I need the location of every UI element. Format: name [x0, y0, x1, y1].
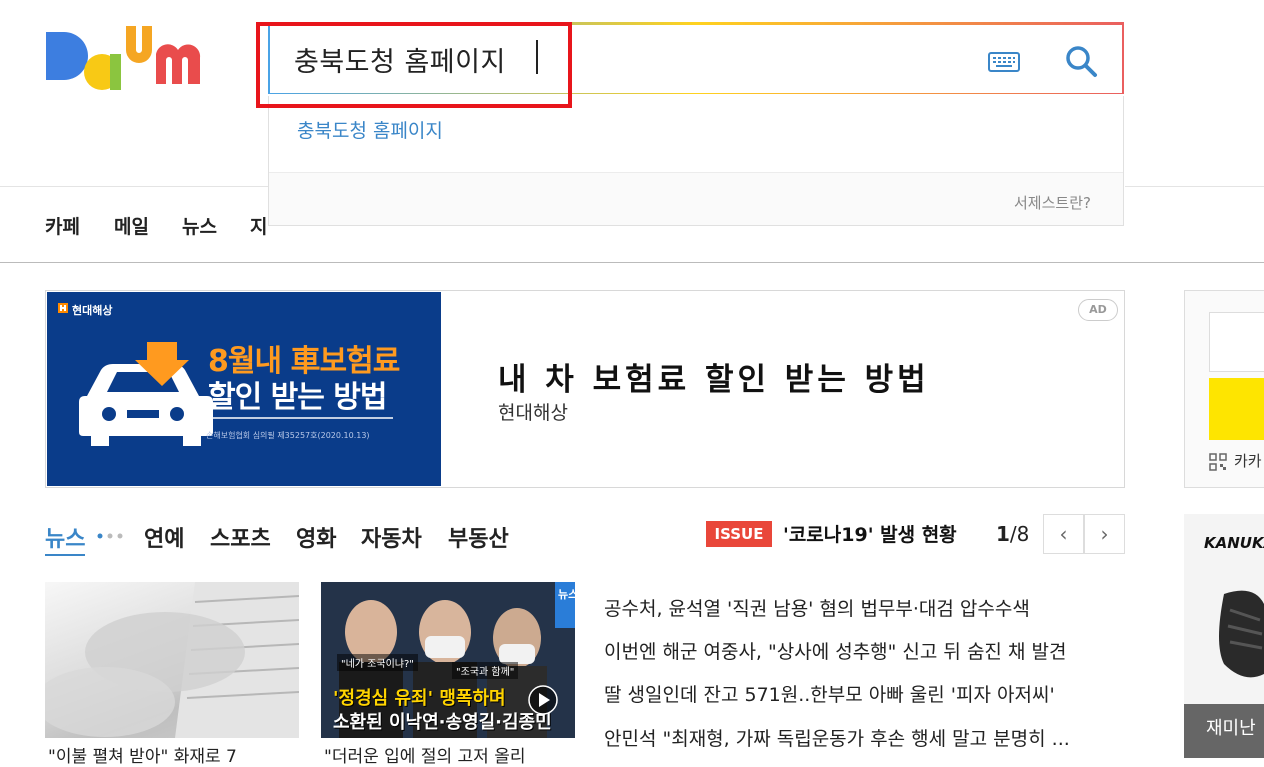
page-total: /8: [1009, 522, 1030, 546]
side-promo-caption: 재미난: [1206, 718, 1256, 739]
news-headline[interactable]: 이번엔 해군 여중사, "상사에 성추행" 신고 뒤 숨진 채 발견: [604, 637, 1066, 664]
chevron-right-icon: ›: [1100, 522, 1109, 546]
nav-top-divider: [0, 186, 268, 187]
suggest-help-link[interactable]: 서제스트란?: [1014, 192, 1091, 213]
side-promo-brand: KANUKA: [1204, 534, 1264, 552]
thumbnail-overlay-1: '정경심 유죄' 맹폭하며: [333, 688, 506, 709]
kakao-login-button[interactable]: [1209, 378, 1264, 440]
nav-top-divider-right: [1125, 186, 1264, 187]
highlight-box: [256, 22, 572, 108]
hyundai-marine-logo: [58, 303, 68, 313]
nav-bottom-divider: [0, 262, 1264, 263]
more-dots-icon[interactable]: [96, 533, 126, 539]
tab-realestate[interactable]: 부동산: [448, 521, 509, 553]
news-headline[interactable]: 공수처, 윤석열 '직권 남용' 혐의 법무부·대검 압수수색: [604, 594, 1030, 621]
tab-cars[interactable]: 자동차: [361, 521, 422, 553]
news-thumbnail-1[interactable]: [45, 582, 299, 738]
chevron-left-icon: ‹: [1059, 522, 1068, 546]
page-indicator: 1/8: [996, 522, 1029, 546]
thumbnail-bubble-2: "조국과 함께": [452, 662, 519, 679]
building-fire-image: [45, 582, 299, 738]
daum-logo[interactable]: [44, 20, 240, 102]
tab-entertainment[interactable]: 연예: [144, 521, 184, 553]
tab-sports[interactable]: 스포츠: [210, 521, 271, 553]
news-headline[interactable]: 안민석 "최재형, 가짜 독립운동가 후손 행세 말고 분명히 ...: [604, 724, 1070, 751]
keyboard-icon[interactable]: [988, 52, 1020, 72]
ad-image-brand: 현대해상: [72, 304, 113, 317]
thumbnail-overlay-2: 소환된 이낙연·송영길·김종민: [333, 712, 552, 733]
issue-badge: ISSUE: [706, 521, 772, 547]
search-icon[interactable]: [1064, 44, 1098, 78]
qr-icon[interactable]: [1209, 453, 1227, 471]
tab-movies[interactable]: 영화: [296, 521, 336, 553]
suggest-footer: [269, 173, 1123, 225]
ad-image-headline-2: 할인 받는 방법: [208, 380, 387, 415]
news-headline[interactable]: 딸 생일인데 잔고 571원..한부모 아빠 울린 '피자 아저씨': [604, 680, 1055, 707]
nav-item-news[interactable]: 뉴스: [182, 212, 217, 239]
thumbnail-bubble-1: "네가 조국이냐?": [337, 654, 418, 671]
kakao-login-label[interactable]: 카카: [1234, 450, 1262, 471]
news-caption-1[interactable]: "이불 펼쳐 받아" 화재로 7: [48, 742, 296, 767]
ad-title[interactable]: 내 차 보험료 할인 받는 방법: [498, 354, 930, 399]
issue-link[interactable]: '코로나19' 발생 현황: [783, 520, 957, 547]
thumbnail-corner-label: 뉴스: [558, 588, 579, 601]
ad-badge: AD: [1078, 299, 1118, 321]
nav-item-map[interactable]: 지도: [250, 212, 268, 239]
page-current: 1: [996, 522, 1010, 546]
prev-page-button[interactable]: ‹: [1043, 514, 1084, 554]
suggest-divider: [269, 172, 1123, 173]
nav-item-mail[interactable]: 메일: [114, 212, 149, 239]
news-caption-2[interactable]: "더러운 입에 절의 고저 올리: [324, 742, 572, 767]
login-input[interactable]: [1209, 312, 1264, 372]
ad-image-note: 손해보험협회 심의필 제35257호(2020.10.13): [206, 431, 370, 440]
nav-item-cafe[interactable]: 카페: [45, 212, 80, 239]
next-page-button[interactable]: ›: [1084, 514, 1125, 554]
tab-news[interactable]: 뉴스: [45, 521, 86, 556]
suggest-item[interactable]: 충북도청 홈페이지: [297, 116, 443, 143]
ad-advertiser[interactable]: 현대해상: [498, 398, 568, 425]
